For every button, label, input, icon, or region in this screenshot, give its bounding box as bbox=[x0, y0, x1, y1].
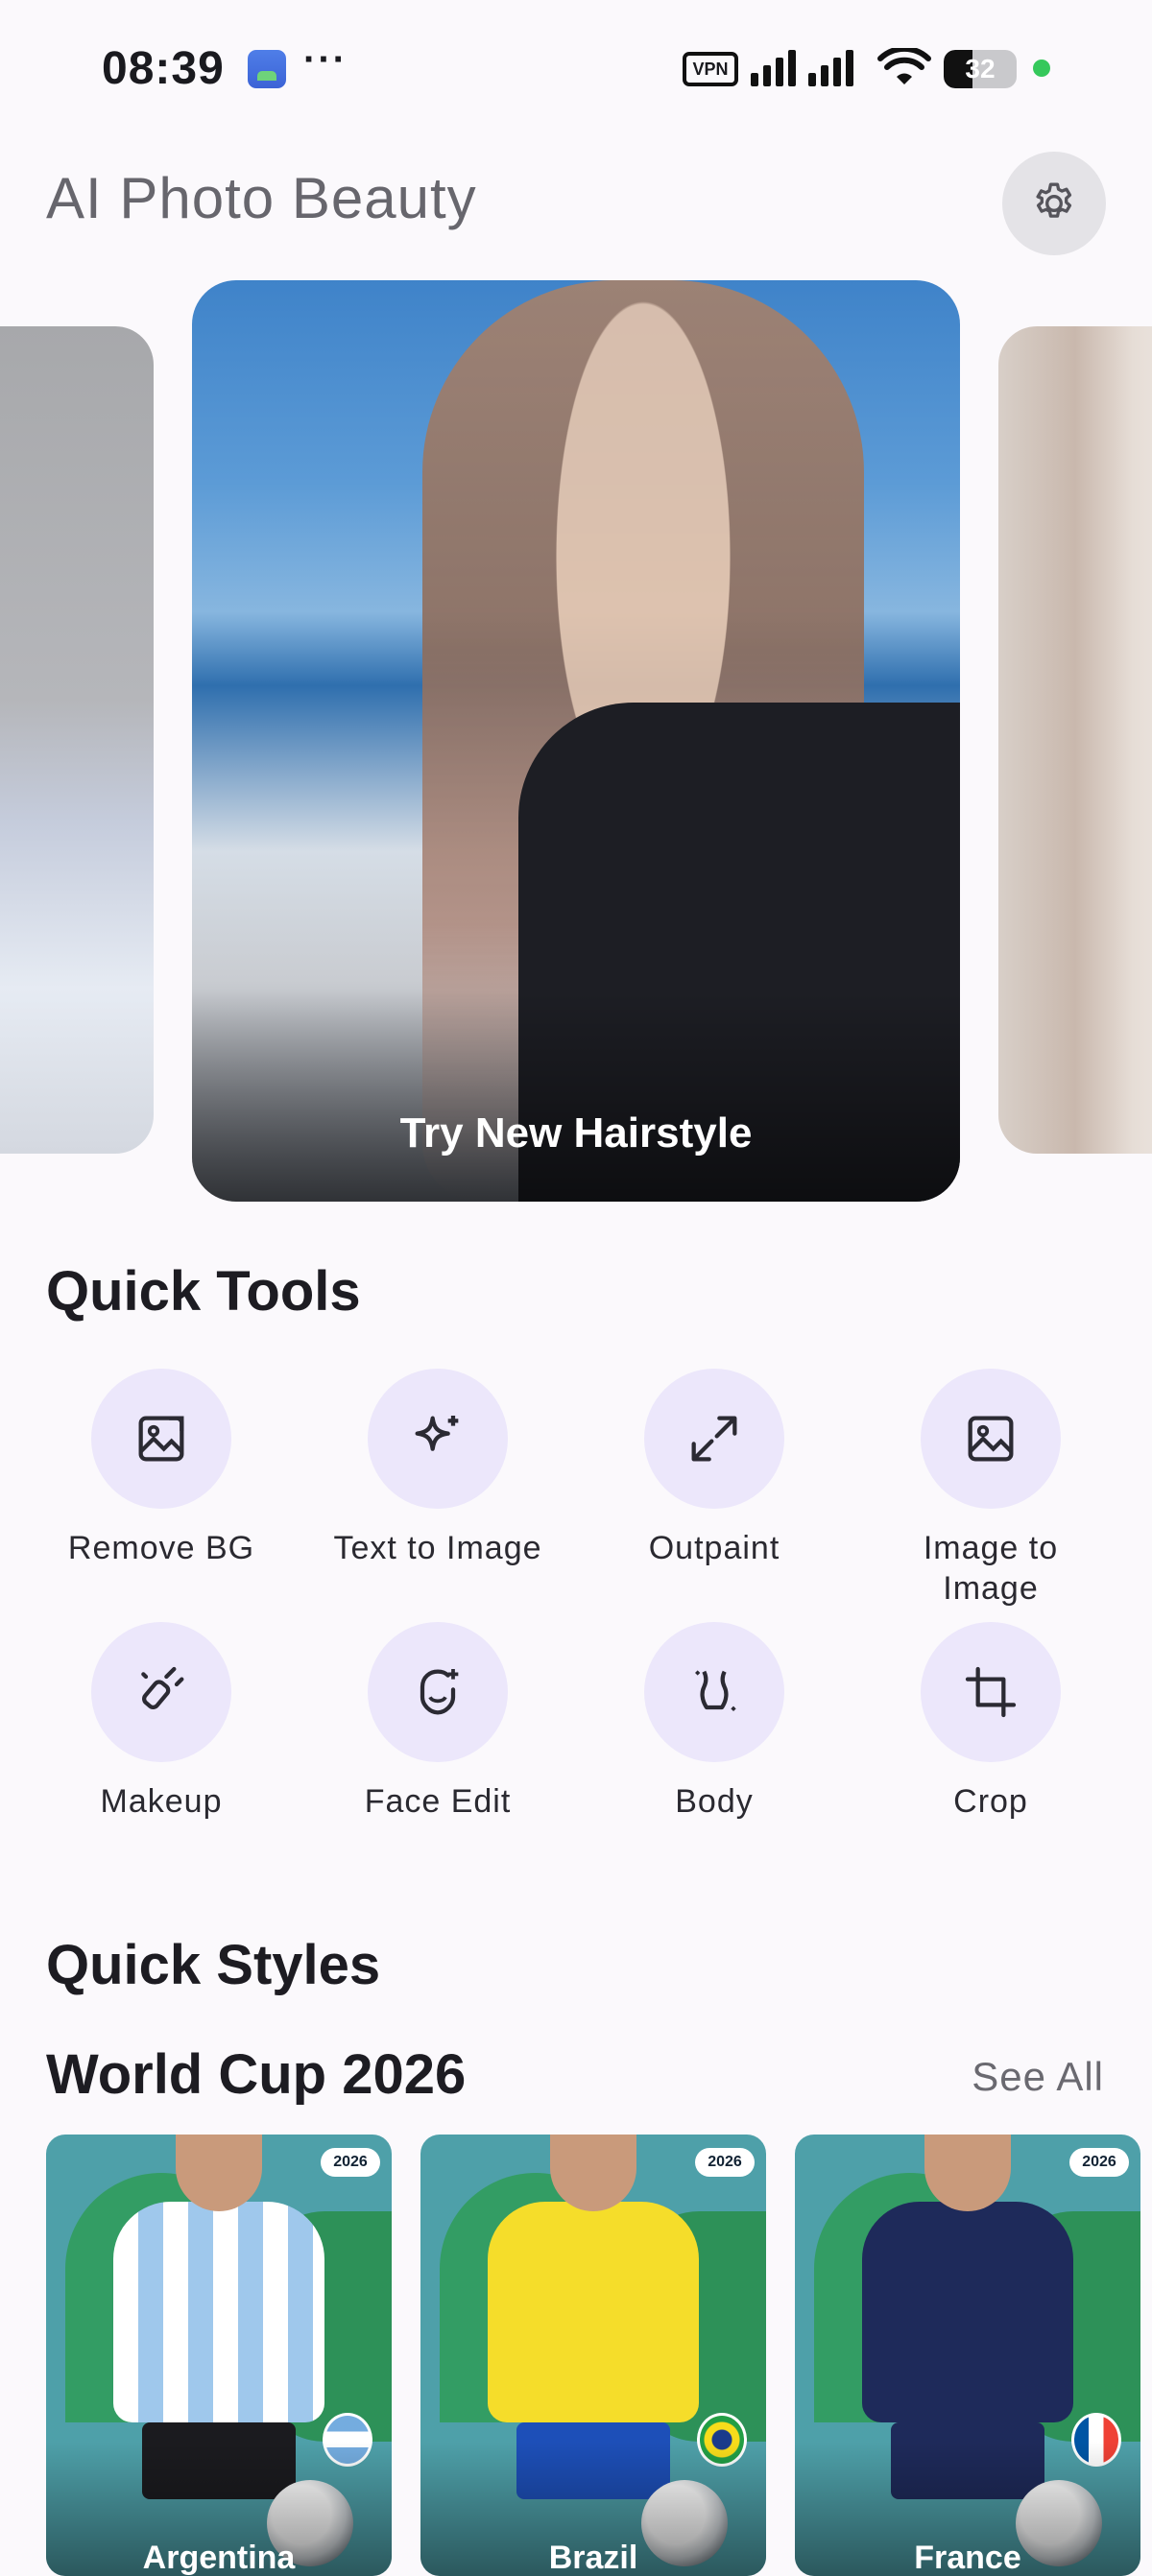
model-head bbox=[924, 2135, 1011, 2211]
tool-label: Remove BG bbox=[67, 1530, 255, 1566]
jersey bbox=[862, 2202, 1073, 2422]
image-icon bbox=[138, 1416, 184, 1462]
tool-makeup[interactable]: Makeup bbox=[23, 1622, 300, 1822]
gear-icon bbox=[1036, 182, 1072, 218]
tool-label: Crop bbox=[953, 1783, 1028, 1820]
style-card-name: France bbox=[914, 2540, 1021, 2576]
face-icon bbox=[420, 1669, 459, 1715]
settings-button[interactable] bbox=[1002, 152, 1106, 255]
jersey bbox=[113, 2202, 324, 2422]
model-head bbox=[550, 2135, 636, 2211]
crop-icon bbox=[965, 1666, 1017, 1718]
style-card-france[interactable]: 2026 France bbox=[795, 2135, 1140, 2576]
year-badge: 2026 bbox=[695, 2148, 755, 2177]
battery-icon: 32 bbox=[944, 50, 1017, 88]
year-badge: 2026 bbox=[321, 2148, 380, 2177]
quick-tools-title: Quick Tools bbox=[46, 1260, 361, 1323]
sparkle-icon bbox=[415, 1416, 459, 1451]
model-head bbox=[176, 2135, 262, 2211]
tool-label: Body bbox=[675, 1783, 754, 1820]
tool-crop[interactable]: Crop bbox=[852, 1622, 1129, 1822]
world-cup-section-title: World Cup 2026 bbox=[46, 2043, 467, 2106]
more-notifications-icon: ··· bbox=[303, 38, 348, 81]
year-badge: 2026 bbox=[1069, 2148, 1129, 2177]
status-bar: 08:39 ··· VPN 32 bbox=[0, 0, 1152, 134]
battery-level: 32 bbox=[965, 54, 996, 83]
tool-body[interactable]: Body bbox=[576, 1622, 852, 1822]
feature-carousel[interactable]: Try New Hairstyle bbox=[0, 280, 1152, 1202]
privacy-indicator bbox=[1033, 60, 1050, 77]
see-all-link[interactable]: See All bbox=[972, 2054, 1104, 2100]
tool-label: Makeup bbox=[100, 1783, 223, 1820]
app-title: AI Photo Beauty bbox=[46, 166, 477, 230]
signal-icon bbox=[751, 48, 796, 86]
app-notification-icon bbox=[248, 50, 286, 88]
expand-arrows-icon bbox=[691, 1416, 737, 1462]
quick-styles-title: Quick Styles bbox=[46, 1934, 381, 1996]
style-card-name: Argentina bbox=[142, 2540, 296, 2576]
jersey bbox=[488, 2202, 699, 2422]
image-icon bbox=[968, 1416, 1014, 1462]
style-card-argentina[interactable]: 2026 Argentina bbox=[46, 2135, 392, 2576]
carousel-caption: Try New Hairstyle bbox=[399, 1109, 753, 1157]
body-icon bbox=[695, 1670, 736, 1711]
clock: 08:39 bbox=[102, 43, 225, 94]
tool-text-to-image[interactable]: Text to Image bbox=[300, 1369, 576, 1568]
vpn-icon: VPN bbox=[683, 52, 738, 86]
carousel-card-hairstyle[interactable]: Try New Hairstyle bbox=[192, 280, 960, 1202]
style-card-name: Brazil bbox=[548, 2540, 638, 2576]
tool-label: Outpaint bbox=[648, 1530, 780, 1566]
signal-icon-2 bbox=[808, 48, 853, 86]
tool-face-edit[interactable]: Face Edit bbox=[300, 1622, 576, 1822]
tool-remove-bg[interactable]: Remove BG bbox=[23, 1369, 300, 1568]
tool-label: Image to Image bbox=[923, 1530, 1059, 1607]
tool-image-to-image[interactable]: Image to Image bbox=[852, 1369, 1129, 1609]
style-card-brazil[interactable]: 2026 Brazil bbox=[420, 2135, 766, 2576]
tool-outpaint[interactable]: Outpaint bbox=[576, 1369, 852, 1568]
carousel-card-previous[interactable] bbox=[0, 326, 154, 1154]
makeup-brush-icon bbox=[141, 1666, 184, 1709]
tool-label: Text to Image bbox=[333, 1530, 542, 1566]
tool-label: Face Edit bbox=[364, 1783, 512, 1820]
wifi-icon bbox=[877, 48, 931, 84]
carousel-card-next[interactable] bbox=[998, 326, 1152, 1154]
